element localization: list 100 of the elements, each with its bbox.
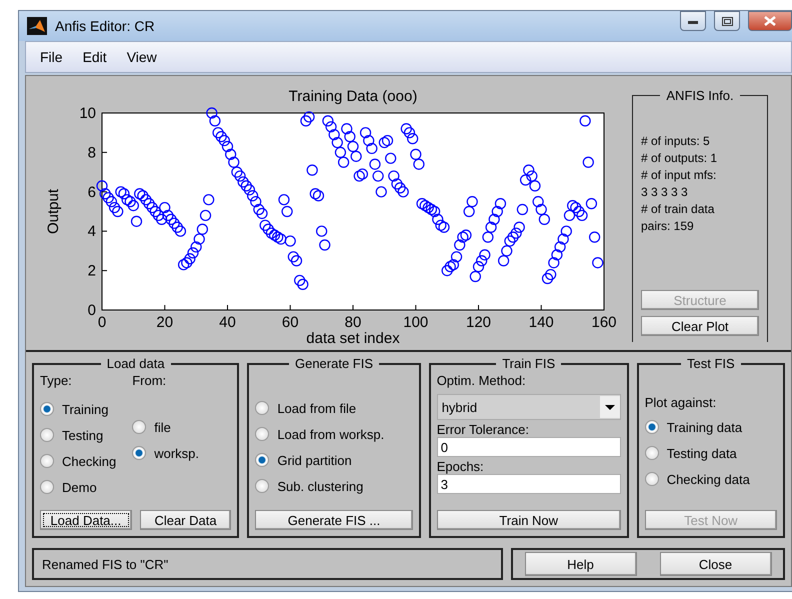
radio-icon[interactable] [644,420,659,434]
data-point [488,214,500,225]
data-point [178,259,190,270]
tolerance-field[interactable]: 0 [436,437,621,457]
data-point [218,134,230,146]
data-point [294,274,306,286]
data-point [514,222,525,233]
data-point [124,196,136,208]
radio-icon[interactable] [132,446,146,460]
radio-option[interactable]: file [132,414,199,440]
radio-option[interactable]: Checking [40,448,116,474]
data-point [306,164,318,176]
data-point [200,210,212,222]
radio-option[interactable]: Testing [40,422,116,448]
footer-button[interactable]: Close [660,552,772,576]
menu-item[interactable]: View [118,47,165,67]
status-message: Renamed FIS to "CR" [32,548,503,580]
radio-icon[interactable] [644,446,659,460]
radio-option[interactable]: Testing data [644,440,777,466]
radio-option[interactable]: Demo [40,474,116,500]
info-text: # of train data [641,201,716,218]
data-point [391,178,403,190]
menu-item[interactable]: File [32,47,71,67]
data-point [523,164,534,176]
type-label: Type: [40,373,73,388]
data-point [479,249,490,260]
data-point [532,196,544,208]
close-icon [764,16,776,26]
data-point [394,182,406,194]
data-point [504,235,516,247]
radio-icon[interactable] [132,420,146,434]
data-point [485,222,497,233]
radio-icon[interactable] [255,479,270,493]
radio-icon[interactable] [255,453,270,467]
data-point [275,233,286,245]
data-point [122,194,133,206]
radio-option[interactable]: Load from file [255,395,413,421]
data-point [554,241,566,253]
data-point [130,216,142,227]
data-point [576,210,588,222]
radio-option[interactable]: Checking data [644,466,777,492]
data-point [548,257,560,268]
data-point [520,174,532,186]
data-point [426,204,438,216]
data-point [372,170,384,182]
radio-option[interactable]: Sub. clustering [255,473,413,499]
radio-icon[interactable] [40,454,54,468]
data-point [507,232,519,243]
close-button[interactable] [748,11,792,31]
data-point [216,131,227,142]
data-point [332,136,343,148]
radio-option[interactable]: worksp. [132,440,199,466]
data-point [328,129,340,140]
data-point [466,196,478,208]
data-point [174,226,186,237]
data-point [472,261,484,272]
footer-button[interactable]: Help [524,552,636,576]
train-button[interactable]: Train Now [436,510,621,530]
minimize-button[interactable] [680,11,706,31]
data-point [354,170,365,182]
data-point [416,198,428,210]
data-point [366,142,378,154]
plot-against-label: Plot against: [644,395,718,410]
epochs-field[interactable]: 3 [436,474,621,494]
radio-icon[interactable] [255,401,270,415]
group-title: ANFIS Info. [665,88,735,103]
data-point [460,230,472,241]
load-button[interactable]: Clear Data [140,510,232,530]
data-point [592,257,604,268]
data-point [325,121,337,132]
data-point [244,184,256,196]
data-point [492,206,503,218]
data-point [482,232,494,243]
load-button[interactable]: Load Data... [40,510,132,530]
data-point [347,140,359,152]
menu-item[interactable]: Edit [74,47,115,67]
radio-icon[interactable] [40,402,54,416]
tick-label: 140 [528,314,554,331]
data-point [558,233,569,245]
data-point [398,186,409,198]
radio-icon[interactable] [40,480,54,494]
data-point [564,210,576,222]
method-dropdown[interactable]: hybrid [436,394,621,420]
data-point [100,188,111,200]
data-point [102,192,114,204]
radio-option[interactable]: Grid partition [255,447,413,473]
radio-option[interactable]: Training data [644,414,777,440]
radio-option[interactable]: Training [40,396,116,422]
data-point [159,202,170,214]
radio-option[interactable]: Load from worksp. [255,421,413,447]
data-point [112,206,124,218]
maximize-button[interactable] [714,11,740,31]
generate-button[interactable]: Generate FIS ... [255,510,413,530]
radio-icon[interactable] [644,472,659,486]
data-point [334,146,346,158]
data-point [498,255,510,266]
tick-label: 160 [591,314,617,331]
radio-icon[interactable] [255,427,270,441]
info-button[interactable]: Clear Plot [641,316,759,336]
radio-icon[interactable] [40,428,54,442]
